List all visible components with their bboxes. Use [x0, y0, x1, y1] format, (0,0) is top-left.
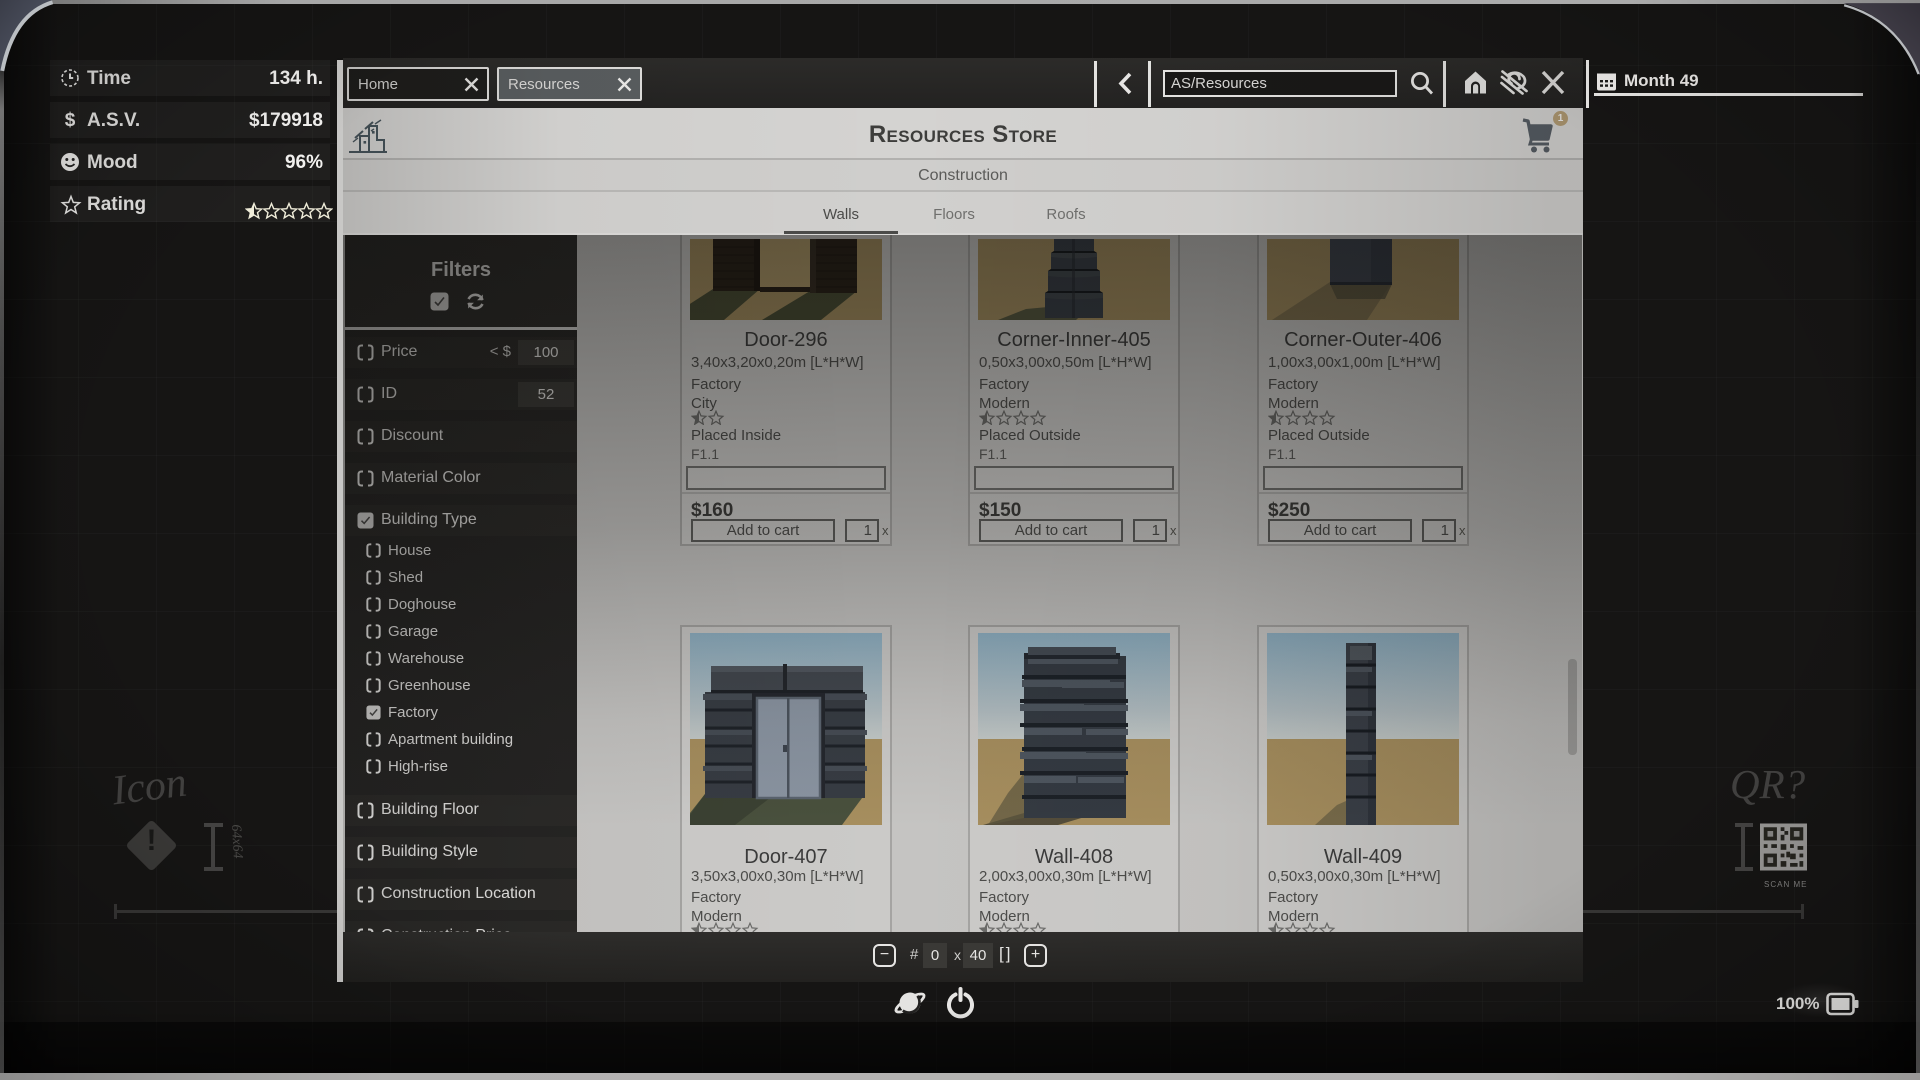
svg-text:$: $	[65, 110, 76, 130]
